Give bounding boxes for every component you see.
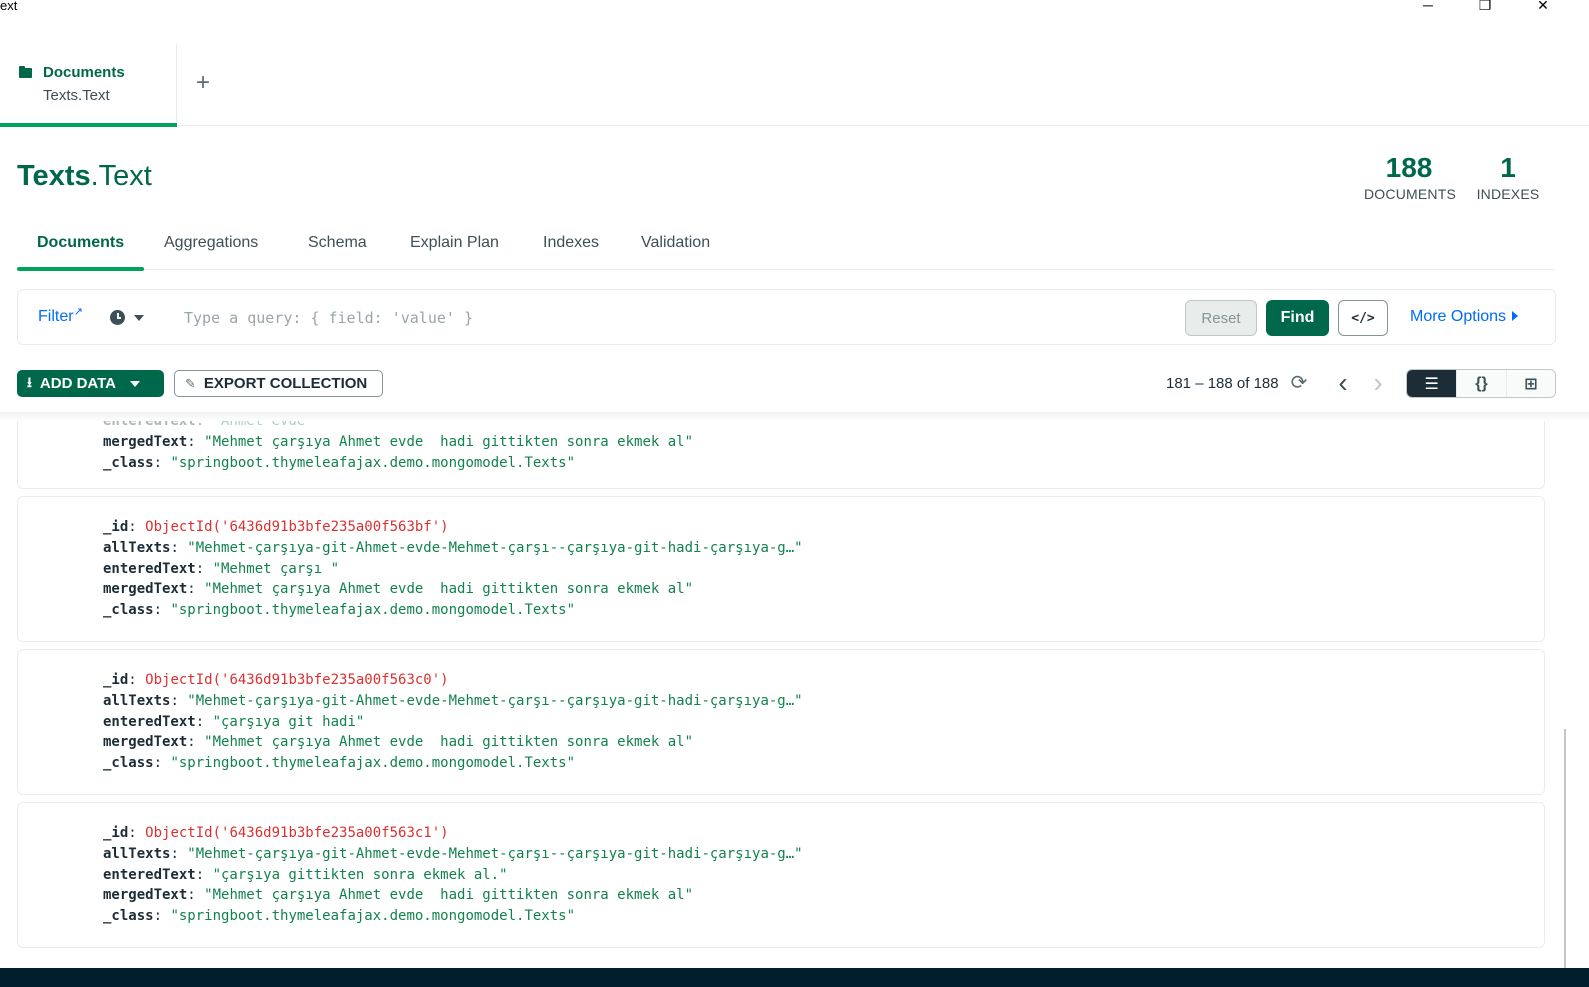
chevron-down-icon: [130, 380, 141, 387]
filter-link[interactable]: Filter↗: [38, 306, 83, 326]
document-field: _class: "springboot.thymeleafajax.demo.m…: [103, 455, 576, 471]
restore-icon[interactable]: ❐: [1462, 0, 1508, 14]
document-field: _class: "springboot.thymeleafajax.demo.m…: [103, 602, 576, 618]
table-view-icon[interactable]: ⊞: [1505, 370, 1555, 397]
tab-documents[interactable]: Documents: [37, 234, 124, 252]
document-card[interactable]: _id: ObjectId('6436d91b3bfe235a00f563c0'…: [17, 649, 1545, 795]
document-card[interactable]: _id: ObjectId('6436d91b3bfe235a00f563bf'…: [17, 496, 1545, 642]
add-tab-button[interactable]: +: [190, 70, 216, 96]
view-switcher: ☰ {} ⊞: [1406, 369, 1556, 398]
indexes-count-stat: 1 INDEXES: [1476, 150, 1540, 202]
documents-count-label: DOCUMENTS: [1364, 186, 1457, 202]
document-field: _id: ObjectId('6436d91b3bfe235a00f563bf'…: [103, 519, 449, 535]
document-field: _id: ObjectId('6436d91b3bfe235a00f563c1'…: [103, 825, 449, 841]
workspace-tab-active-indicator: [0, 123, 177, 127]
collection-tabs: Documents Aggregations Schema Explain Pl…: [17, 225, 1555, 271]
workspace-tab-bar: Documents Texts.Text +: [0, 44, 1589, 127]
window-title-bar: ext ─ ❐ ✕: [0, 0, 1589, 14]
folder-icon: [19, 66, 32, 78]
collection-name: .Text: [90, 160, 152, 192]
export-icon: ✎: [185, 375, 196, 391]
document-field: mergedText: "Mehmet çarşıya Ahmet evde h…: [103, 434, 694, 450]
document-field: allTexts: "Mehmet-çarşıya-git-Ahmet-evde…: [103, 693, 803, 709]
add-data-label: ADD DATA: [39, 375, 117, 392]
tab-indexes[interactable]: Indexes: [543, 234, 599, 252]
document-field: _class: "springboot.thymeleafajax.demo.m…: [103, 908, 576, 924]
workspace-tab-subtitle: Texts.Text: [43, 87, 110, 104]
window-title: ext: [0, 0, 18, 13]
list-view-icon[interactable]: ☰: [1407, 370, 1457, 397]
database-name: Texts: [17, 160, 91, 192]
pagination-text: 181 – 188 of 188: [1166, 375, 1279, 392]
documents-count-stat: 188 DOCUMENTS: [1364, 150, 1457, 202]
json-view-icon[interactable]: {}: [1456, 370, 1506, 397]
indexes-count-label: INDEXES: [1476, 186, 1540, 202]
document-field: mergedText: "Mehmet çarşıya Ahmet evde h…: [103, 734, 694, 750]
tab-explain-plan[interactable]: Explain Plan: [410, 234, 499, 252]
query-input[interactable]: [184, 306, 1164, 330]
document-card[interactable]: _id: ObjectId('6436d91b3bfe235a00f563c1'…: [17, 802, 1545, 948]
minimize-icon[interactable]: ─: [1405, 0, 1451, 14]
workspace-tab-documents[interactable]: Documents Texts.Text: [0, 44, 177, 127]
bottom-shell-bar: [0, 968, 1589, 987]
query-bar: Filter↗ Reset Find </> More Options: [17, 289, 1556, 345]
document-field: _id: ObjectId('6436d91b3bfe235a00f563c0'…: [103, 672, 449, 688]
document-list: enteredText: "Ahmet evde" mergedText: "M…: [0, 421, 1589, 968]
export-collection-label: EXPORT COLLECTION: [203, 375, 368, 392]
document-field: enteredText: "Ahmet evde": [103, 421, 314, 429]
tab-aggregations[interactable]: Aggregations: [164, 234, 258, 252]
find-button[interactable]: Find: [1266, 300, 1329, 336]
external-link-icon: ↗: [73, 306, 83, 318]
document-field: enteredText: "çarşıya git hadi": [103, 714, 365, 730]
reset-button[interactable]: Reset: [1185, 300, 1257, 336]
more-options-label: More Options: [1410, 308, 1507, 325]
collection-title: Texts.Text: [17, 160, 152, 193]
next-page-icon[interactable]: ›: [1366, 369, 1390, 397]
refresh-icon[interactable]: ⟳: [1287, 371, 1311, 395]
document-field: mergedText: "Mehmet çarşıya Ahmet evde h…: [103, 581, 694, 597]
document-field: allTexts: "Mehmet-çarşıya-git-Ahmet-evde…: [103, 540, 803, 556]
document-card[interactable]: enteredText: "Ahmet evde" mergedText: "M…: [17, 421, 1545, 489]
document-field: _class: "springboot.thymeleafajax.demo.m…: [103, 755, 576, 771]
document-field: enteredText: "çarşıya gittikten sonra ek…: [103, 867, 508, 883]
caret-right-icon: [1512, 311, 1519, 321]
code-icon[interactable]: </>: [1338, 300, 1388, 336]
workspace-tab-title: Documents: [43, 64, 125, 81]
previous-page-icon[interactable]: ‹: [1331, 369, 1355, 397]
indexes-count: 1: [1500, 152, 1516, 183]
tab-active-indicator: [17, 267, 144, 271]
chevron-down-icon[interactable]: [134, 315, 144, 321]
tab-schema[interactable]: Schema: [308, 234, 367, 252]
scrollbar-thumb[interactable]: [1564, 729, 1566, 969]
export-collection-button[interactable]: ✎ EXPORT COLLECTION: [174, 370, 383, 397]
more-options-button[interactable]: More Options: [1410, 308, 1519, 326]
document-field: enteredText: "Mehmet çarşı ": [103, 561, 340, 577]
tab-validation[interactable]: Validation: [641, 234, 710, 252]
document-field: mergedText: "Mehmet çarşıya Ahmet evde h…: [103, 887, 694, 903]
add-data-button[interactable]: ⭳ ADD DATA: [17, 370, 164, 397]
document-field: allTexts: "Mehmet-çarşıya-git-Ahmet-evde…: [103, 846, 803, 862]
clock-icon[interactable]: [110, 310, 125, 325]
document-list-scrollbar[interactable]: [1562, 421, 1569, 969]
close-icon[interactable]: ✕: [1520, 0, 1566, 14]
documents-count: 188: [1385, 152, 1433, 183]
download-icon: ⭳: [27, 373, 32, 390]
filter-label: Filter: [38, 308, 74, 325]
